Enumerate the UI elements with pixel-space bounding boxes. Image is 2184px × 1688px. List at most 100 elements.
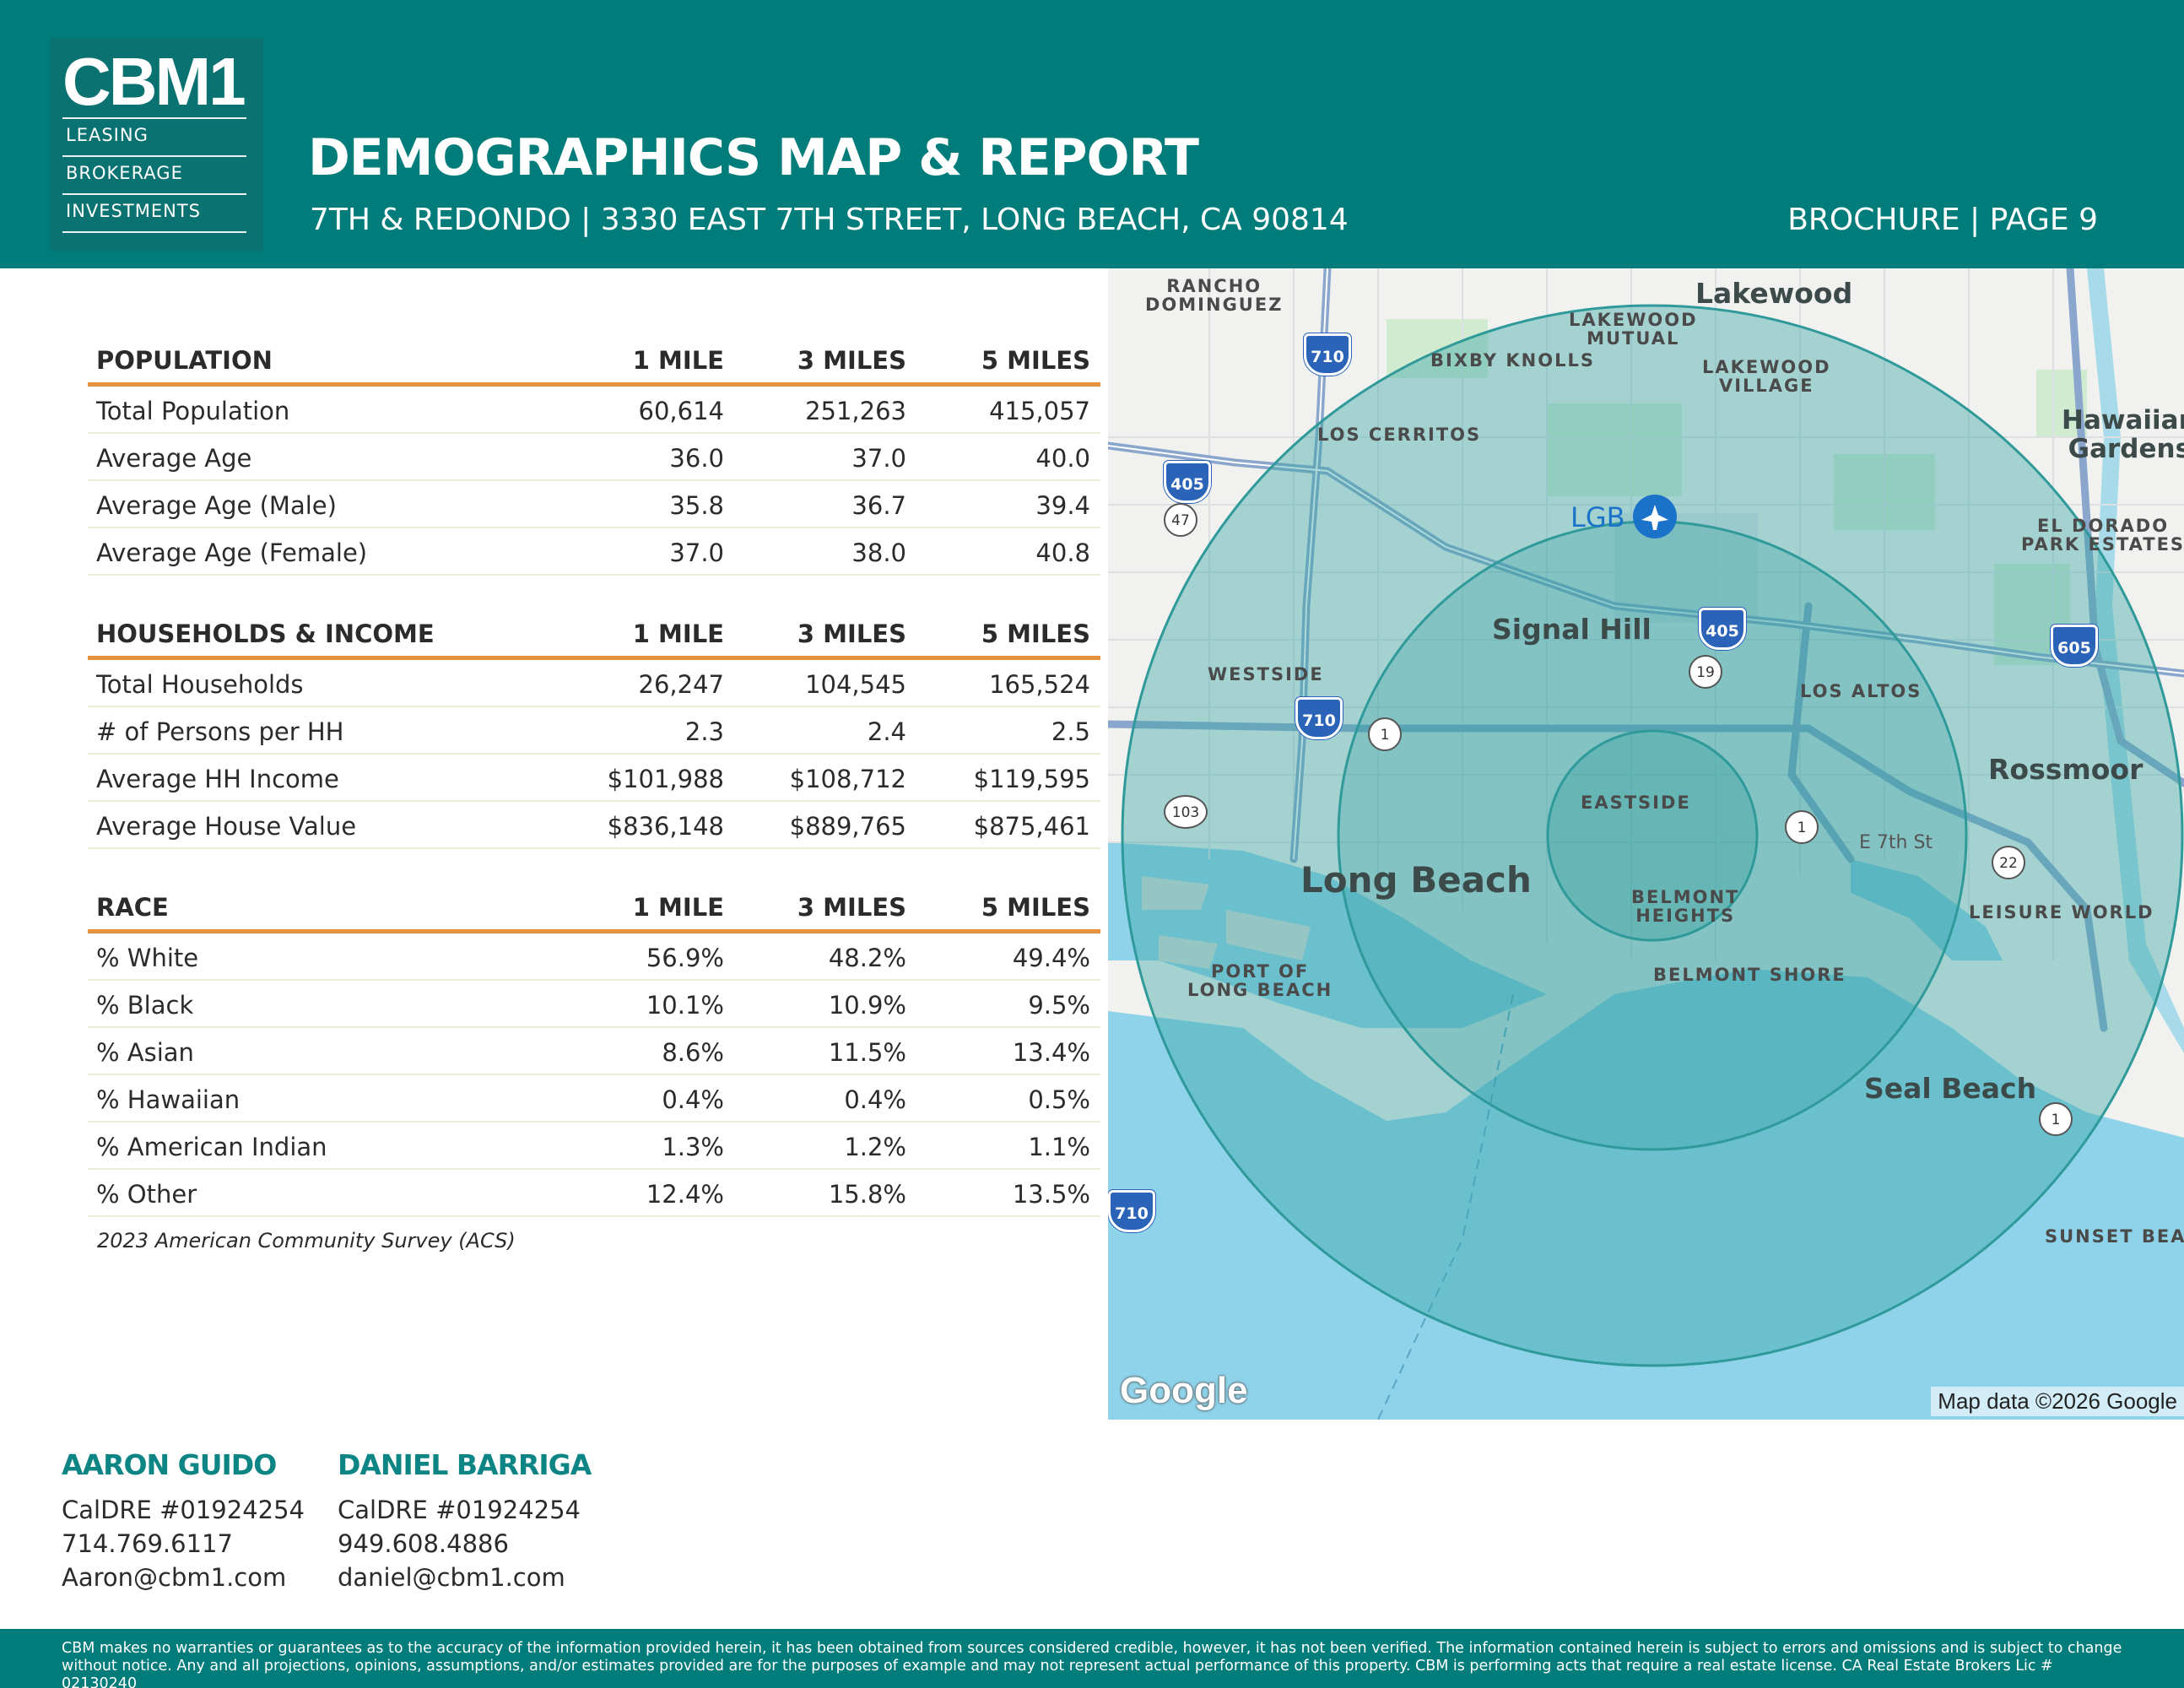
contact-name: AARON GUIDO (62, 1448, 277, 1481)
column-header: 3 MILES (797, 346, 906, 375)
map-label-westside: WESTSIDE (1208, 664, 1324, 684)
cell-value: 56.9% (646, 944, 724, 972)
page-footer: CBM makes no warranties or guarantees as… (0, 1629, 2184, 1688)
cell-value: 8.6% (662, 1038, 724, 1067)
cell-value: 40.8 (1035, 538, 1090, 567)
cell-value: 15.8% (828, 1180, 906, 1209)
table-row: % Other 12.4% 15.8% 13.5% (88, 1170, 1100, 1217)
table-row: # of Persons per HH 2.3 2.4 2.5 (88, 707, 1100, 755)
row-label: Average House Value (96, 812, 357, 841)
page-title: DEMOGRAPHICS MAP & REPORT (308, 128, 1199, 187)
map-label-signal-hill: Signal Hill (1492, 613, 1652, 646)
legal-disclaimer: CBM makes no warranties or guarantees as… (62, 1640, 2122, 1688)
contact-card: AARON GUIDO CalDRE #01924254 714.769.611… (62, 1448, 305, 1594)
cell-value: 10.9% (828, 991, 906, 1020)
cell-value: 2.3 (684, 717, 724, 746)
logo-divider (62, 231, 246, 233)
contact-license: CalDRE #01924254 (338, 1496, 581, 1524)
column-header: 5 MILES (981, 619, 1090, 648)
interstate-710-shield: 710 (1304, 333, 1351, 376)
table-row: % Hawaiian 0.4% 0.4% 0.5% (88, 1075, 1100, 1123)
map-label-lakewood: Lakewood (1695, 277, 1853, 310)
contact-name: DANIEL BARRIGA (338, 1448, 592, 1481)
logo-item-investments: INVESTMENTS (66, 201, 201, 221)
row-label: Average Age (Male) (96, 491, 337, 520)
cell-value: 35.8 (669, 491, 724, 520)
cell-value: 40.0 (1035, 444, 1090, 473)
map-attribution[interactable]: Map data ©2026 Google (1931, 1387, 2184, 1416)
cell-value: 104,545 (805, 670, 906, 699)
cell-value: $875,461 (973, 812, 1090, 841)
cell-value: 12.4% (646, 1180, 724, 1209)
map-label-los-altos: LOS ALTOS (1800, 681, 1922, 701)
map-label-el-dorado: EL DORADO PARK ESTATES (2021, 516, 2184, 555)
table-section-title: HOUSEHOLDS & INCOME (96, 619, 435, 648)
population-table: POPULATION 1 MILE 3 MILES 5 MILES Total Popu… (88, 339, 1100, 576)
map-label-e-7th-st: E 7th St (1859, 832, 1933, 853)
row-label: Average Age (96, 444, 252, 473)
map-label-eastside: EASTSIDE (1581, 793, 1691, 813)
cell-value: 10.1% (646, 991, 724, 1020)
interstate-710-shield: 710 (1108, 1190, 1155, 1232)
cell-value: 415,057 (989, 397, 1090, 425)
route-1-shield: 1 (1368, 717, 1402, 751)
cell-value: 13.4% (1012, 1038, 1090, 1067)
cell-value: $889,765 (789, 812, 906, 841)
map-label-lakewood-mutual: LAKEWOOD MUTUAL (1569, 310, 1698, 349)
column-header: 1 MILE (632, 893, 724, 922)
contact-phone[interactable]: 714.769.6117 (62, 1527, 305, 1561)
cell-value: 36.0 (669, 444, 724, 473)
contact-email[interactable]: Aaron@cbm1.com (62, 1561, 305, 1594)
route-47-shield: 47 (1164, 503, 1197, 537)
cell-value: 2.5 (1051, 717, 1090, 746)
source-note: 2023 American Community Survey (ACS) (97, 1229, 516, 1252)
route-19-shield: 19 (1689, 655, 1722, 689)
contact-email[interactable]: daniel@cbm1.com (338, 1561, 591, 1594)
map-label-los-cerritos: LOS CERRITOS (1317, 425, 1482, 445)
route-1-shield: 1 (2039, 1102, 2073, 1136)
column-header: 5 MILES (981, 346, 1090, 375)
cbm1-logo: CBM1 LEASING BROKERAGE INVESTMENTS (51, 38, 263, 251)
google-logo: Google (1120, 1370, 1248, 1411)
map-label-hawaiian-gardens: Hawaiian Gardens (2062, 405, 2184, 464)
map-label-rossmoor: Rossmoor (1988, 753, 2143, 786)
cell-value: 1.2% (844, 1133, 906, 1161)
table-section-title: POPULATION (96, 346, 273, 375)
cell-value: 37.0 (851, 444, 906, 473)
table-row: Average HH Income $101,988 $108,712 $119,59… (88, 755, 1100, 802)
property-address: 7TH & REDONDO | 3330 EAST 7TH STREET, LO… (310, 203, 1349, 237)
map-label-port-of-long-beach: PORT OF LONG BEACH (1187, 961, 1333, 1000)
row-label: % Other (96, 1180, 197, 1209)
table-row: % Asian 8.6% 11.5% 13.4% (88, 1028, 1100, 1075)
cell-value: 13.5% (1012, 1180, 1090, 1209)
map-label-seal-beach: Seal Beach (1864, 1072, 2037, 1105)
logo-divider (62, 117, 246, 119)
cell-value: 38.0 (851, 538, 906, 567)
map-label-bixby-knolls: BIXBY KNOLLS (1430, 350, 1595, 371)
cell-value: 2.4 (867, 717, 906, 746)
cell-value: 9.5% (1028, 991, 1090, 1020)
cell-value: 11.5% (828, 1038, 906, 1067)
table-row: Average Age (Female) 37.0 38.0 40.8 (88, 528, 1100, 576)
cell-value: 39.4 (1035, 491, 1090, 520)
table-row: Total Population 60,614 251,263 415,057 (88, 387, 1100, 434)
table-row: % White 56.9% 48.2% 49.4% (88, 933, 1100, 981)
cell-value: 1.1% (1028, 1133, 1090, 1161)
row-label: Total Households (96, 670, 304, 699)
logo-divider (62, 193, 246, 195)
column-header: 5 MILES (981, 893, 1090, 922)
row-label: % Hawaiian (96, 1085, 241, 1114)
demographics-map[interactable]: 710 405 405 605 710 710 47 19 1 103 1 22… (1108, 268, 2184, 1420)
table-row: Average Age (Male) 35.8 36.7 39.4 (88, 481, 1100, 528)
contact-phone[interactable]: 949.608.4886 (338, 1527, 591, 1561)
row-label: % Black (96, 991, 194, 1020)
map-label-long-beach: Long Beach (1300, 859, 1532, 901)
interstate-605-shield: 605 (2051, 625, 2098, 667)
cell-value: 0.4% (662, 1085, 724, 1114)
cell-value: 60,614 (638, 397, 724, 425)
cell-value: $101,988 (607, 765, 724, 793)
page-reference: BROCHURE | PAGE 9 (1787, 203, 2098, 237)
column-header: 1 MILE (632, 619, 724, 648)
logo-wordmark: CBM1 (62, 44, 246, 119)
row-label: % Asian (96, 1038, 194, 1067)
